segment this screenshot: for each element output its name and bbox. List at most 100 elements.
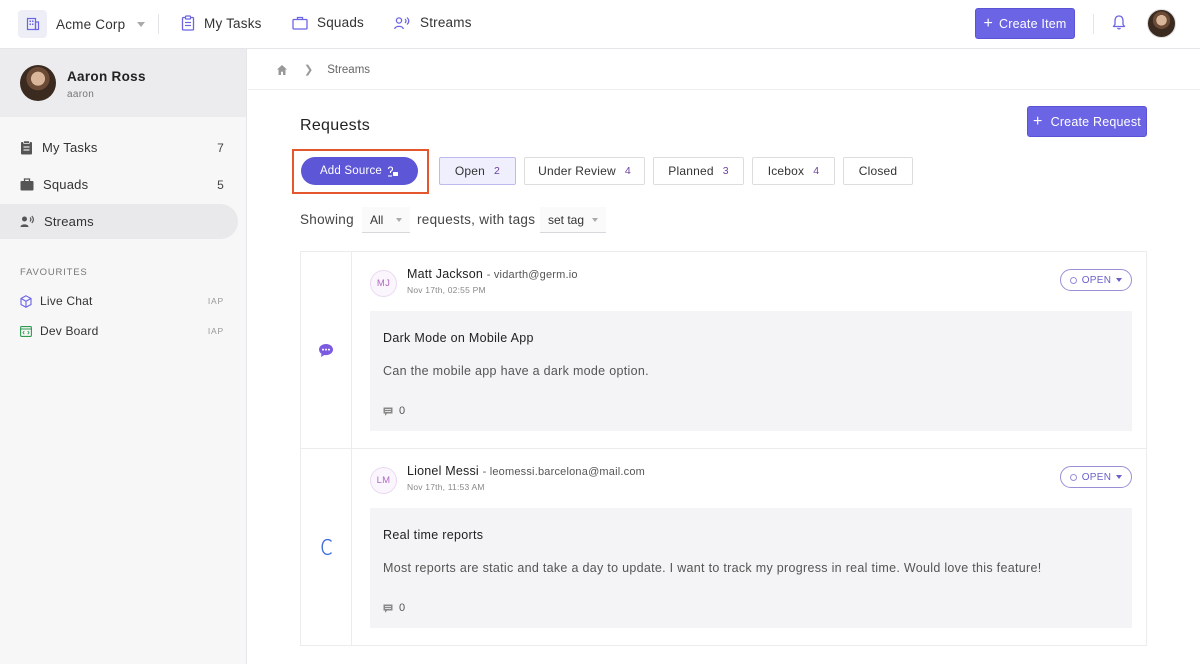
- with-tags-label: requests, with tags: [417, 212, 536, 227]
- sidebar-item-squads[interactable]: Squads 5: [0, 167, 238, 202]
- chevron-right-icon: ❯: [304, 64, 314, 76]
- briefcase-icon: [20, 178, 34, 191]
- create-request-label: Create Request: [1050, 114, 1141, 129]
- sidebar-item-label: Streams: [44, 214, 94, 229]
- add-source-button[interactable]: Add Source: [301, 157, 418, 185]
- chevron-down-icon: [1116, 278, 1123, 282]
- request-body[interactable]: Real time reports Most reports are stati…: [370, 508, 1132, 628]
- comment-count: 0: [399, 602, 406, 614]
- plus-icon: +: [983, 14, 994, 32]
- chat-bubble-icon: [319, 344, 333, 357]
- author-line: Lionel Messi - leomessi.barcelona@mail.c…: [407, 464, 645, 478]
- status-dropdown[interactable]: OPEN: [1060, 269, 1132, 291]
- author-email: - leomessi.barcelona@mail.com: [482, 466, 646, 478]
- briefcase-icon: [292, 16, 308, 30]
- filter-icebox[interactable]: Icebox 4: [752, 157, 835, 185]
- filter-under-review[interactable]: Under Review 4: [524, 157, 645, 185]
- sidebar-item-label: Squads: [43, 177, 89, 192]
- nav-squads[interactable]: Squads: [292, 15, 364, 30]
- favourite-label: Live Chat: [40, 294, 93, 308]
- nav-streams[interactable]: Streams: [394, 15, 472, 30]
- favourite-tag: IAP: [207, 296, 224, 306]
- filter-count: 4: [624, 165, 631, 177]
- page-title: Requests: [300, 117, 370, 134]
- org-switcher[interactable]: Acme Corp: [18, 10, 146, 38]
- favourite-live-chat[interactable]: Live Chat IAP: [20, 291, 226, 311]
- sidebar: Aaron Ross aaron My Tasks 7 Squads 5 Str…: [0, 49, 247, 664]
- favourite-dev-board[interactable]: Dev Board IAP: [20, 321, 226, 341]
- filter-count: 4: [813, 165, 820, 177]
- comment-icon: [383, 407, 393, 416]
- filter-label: Planned: [668, 164, 714, 178]
- chevron-down-icon: [396, 218, 402, 222]
- showing-label: Showing: [300, 212, 354, 227]
- comments-count[interactable]: 0: [383, 602, 405, 614]
- author-avatar: MJ: [370, 270, 397, 297]
- author-name[interactable]: Lionel Messi: [407, 464, 479, 478]
- filter-label: Under Review: [538, 164, 616, 178]
- favourites-heading: FAVOURITES: [20, 267, 88, 278]
- nav-label: Squads: [317, 15, 364, 30]
- org-name: Acme Corp: [56, 16, 126, 32]
- status-label: OPEN: [1081, 274, 1112, 286]
- request-card[interactable]: MJ Matt Jackson - vidarth@germ.io Nov 17…: [300, 251, 1147, 449]
- chevron-down-icon: [1116, 475, 1123, 479]
- filter-closed[interactable]: Closed: [843, 157, 913, 185]
- showing-dropdown[interactable]: All: [362, 207, 410, 233]
- sidebar-item-label: My Tasks: [42, 140, 98, 155]
- filter-count: 3: [722, 165, 729, 177]
- c-letter-icon: [321, 538, 333, 556]
- author-name[interactable]: Matt Jackson: [407, 267, 483, 281]
- request-body[interactable]: Dark Mode on Mobile App Can the mobile a…: [370, 311, 1132, 431]
- streams-icon: [20, 215, 34, 227]
- comment-count: 0: [399, 405, 406, 417]
- showing-value: All: [370, 212, 384, 227]
- tag-dropdown[interactable]: set tag: [540, 207, 606, 233]
- profile-card[interactable]: Aaron Ross aaron: [0, 49, 246, 117]
- filter-open[interactable]: Open 2: [439, 157, 516, 185]
- bell-icon[interactable]: [1111, 14, 1127, 36]
- filter-planned[interactable]: Planned 3: [653, 157, 744, 185]
- author-email: - vidarth@germ.io: [486, 269, 578, 281]
- code-window-icon: [20, 325, 32, 337]
- author-line: Matt Jackson - vidarth@germ.io: [407, 267, 578, 281]
- item-count: 7: [217, 140, 224, 155]
- chevron-down-icon: [137, 21, 146, 27]
- tag-value: set tag: [548, 212, 585, 227]
- status-dropdown[interactable]: OPEN: [1060, 466, 1132, 488]
- nav-my-tasks[interactable]: My Tasks: [181, 15, 262, 31]
- clipboard-icon: [21, 140, 32, 155]
- sidebar-item-my-tasks[interactable]: My Tasks 7: [0, 130, 238, 165]
- breadcrumb-current: Streams: [327, 63, 371, 76]
- status-dot-icon: [1069, 276, 1077, 284]
- filter-count: 2: [494, 165, 501, 177]
- comments-count[interactable]: 0: [383, 405, 405, 417]
- source-column: [301, 449, 352, 645]
- create-request-button[interactable]: + Create Request: [1027, 106, 1147, 137]
- request-description: Most reports are static and take a day t…: [383, 561, 1042, 575]
- status-dot-icon: [1069, 473, 1077, 481]
- chevron-down-icon: [592, 218, 598, 222]
- streams-icon: [394, 16, 410, 29]
- add-source-icon: [387, 165, 399, 177]
- filter-label: Open: [454, 164, 486, 178]
- divider: [158, 14, 159, 34]
- create-item-button[interactable]: + Create Item: [975, 8, 1075, 39]
- sidebar-item-streams[interactable]: Streams: [0, 204, 238, 239]
- request-card[interactable]: LM Lionel Messi - leomessi.barcelona@mai…: [300, 448, 1147, 646]
- add-source-label: Add Source: [319, 165, 383, 177]
- divider: [1093, 14, 1094, 34]
- breadcrumb: ❯ Streams: [276, 63, 370, 76]
- create-item-label: Create Item: [999, 16, 1067, 31]
- author-avatar: LM: [370, 467, 397, 494]
- favourite-tag: IAP: [207, 326, 224, 336]
- building-icon: [18, 10, 47, 38]
- item-count: 5: [217, 177, 224, 192]
- status-label: OPEN: [1081, 471, 1112, 483]
- comment-icon: [383, 604, 393, 613]
- home-icon[interactable]: [276, 64, 288, 76]
- request-title: Dark Mode on Mobile App: [383, 331, 534, 345]
- filter-label: Closed: [858, 164, 898, 178]
- request-title: Real time reports: [383, 528, 484, 542]
- user-avatar[interactable]: [1147, 9, 1176, 38]
